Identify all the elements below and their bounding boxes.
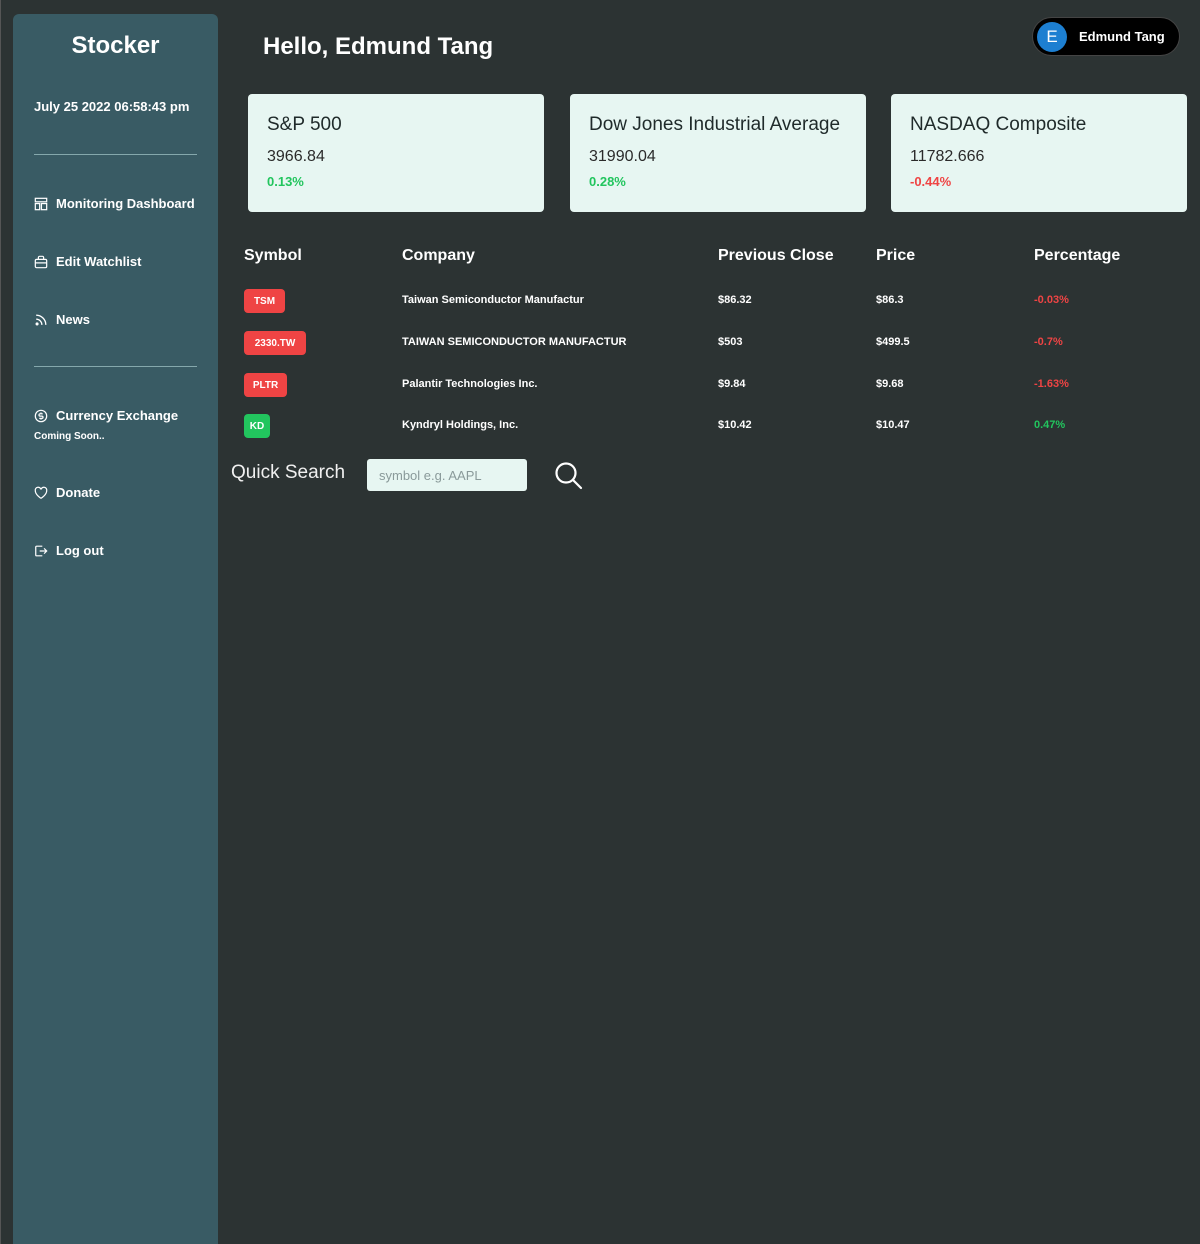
index-card-nasdaq[interactable]: NASDAQ Composite 11782.666 -0.44% [891, 94, 1187, 212]
column-header-company: Company [402, 247, 475, 264]
price-cell: $86.3 [876, 294, 904, 306]
index-name: S&P 500 [267, 114, 342, 135]
sidebar-item-donate[interactable]: Donate [34, 485, 100, 500]
company-cell: Kyndryl Holdings, Inc. [402, 419, 519, 431]
window-edge [0, 0, 13, 1244]
quick-search-input[interactable] [367, 459, 527, 491]
company-cell: TAIWAN SEMICONDUCTOR MANUFACTUR [402, 336, 627, 348]
rss-icon [35, 314, 47, 325]
index-value: 11782.666 [910, 148, 985, 165]
company-cell: Palantir Technologies Inc. [402, 378, 538, 390]
sidebar-item-label: News [56, 312, 90, 327]
user-menu-button[interactable]: E Edmund Tang [1032, 17, 1180, 56]
index-change: 0.28% [589, 174, 626, 189]
sidebar-item-monitoring-dashboard[interactable]: Monitoring Dashboard [34, 196, 195, 211]
column-header-symbol: Symbol [244, 247, 302, 264]
percentage-cell: -0.7% [1034, 336, 1063, 348]
sidebar-divider [34, 154, 197, 155]
user-name: Edmund Tang [1079, 29, 1165, 44]
sidebar-item-label: Currency Exchange [56, 408, 179, 423]
price-cell: $10.47 [876, 419, 910, 431]
price-cell: $9.68 [876, 378, 904, 390]
index-name: NASDAQ Composite [910, 114, 1087, 135]
sidebar-item-label: Monitoring Dashboard [56, 196, 195, 211]
column-header-percentage: Percentage [1034, 247, 1121, 264]
sidebar-item-label: Edit Watchlist [56, 254, 142, 269]
current-datetime: July 25 2022 06:58:43 pm [34, 99, 190, 114]
percentage-cell: -0.03% [1034, 294, 1069, 306]
index-card-dow-jones[interactable]: Dow Jones Industrial Average 31990.04 0.… [570, 94, 866, 212]
index-change: 0.13% [267, 174, 304, 189]
sidebar-item-currency-exchange[interactable]: Currency Exchange [34, 408, 178, 423]
avatar: E [1037, 21, 1067, 52]
sidebar-item-news[interactable]: News [34, 312, 90, 327]
briefcase-icon [34, 255, 48, 268]
symbol-badge[interactable]: 2330.TW [244, 331, 306, 355]
sidebar-item-log-out[interactable]: Log out [34, 543, 104, 558]
sidebar-item-edit-watchlist[interactable]: Edit Watchlist [34, 254, 141, 269]
company-cell: Taiwan Semiconductor Manufactur [402, 294, 584, 306]
dollar-circle-icon [34, 409, 48, 422]
column-header-price: Price [876, 247, 916, 264]
index-value: 31990.04 [589, 148, 656, 165]
quick-search-label: Quick Search [231, 462, 346, 483]
brand-logo: Stocker [71, 32, 160, 59]
percentage-cell: 0.47% [1034, 419, 1066, 431]
index-change: -0.44% [910, 174, 952, 189]
prev-close-cell: $503 [718, 336, 743, 348]
prev-close-cell: $9.84 [718, 378, 746, 390]
symbol-badge[interactable]: TSM [244, 289, 285, 313]
coming-soon-note: Coming Soon.. [34, 431, 105, 442]
index-name: Dow Jones Industrial Average [589, 114, 841, 135]
sidebar-item-label: Donate [56, 485, 101, 500]
search-icon[interactable] [553, 460, 583, 490]
index-value: 3966.84 [267, 148, 325, 165]
symbol-badge[interactable]: KD [244, 414, 270, 438]
greeting-title: Hello, Edmund Tang [263, 33, 494, 60]
index-card-sp500[interactable]: S&P 500 3966.84 0.13% [248, 94, 544, 212]
percentage-cell: -1.63% [1034, 378, 1069, 390]
prev-close-cell: $10.42 [718, 419, 752, 431]
price-cell: $499.5 [876, 336, 910, 348]
heart-icon [34, 486, 48, 499]
sidebar-item-label: Log out [56, 543, 104, 558]
dashboard-icon [34, 197, 48, 210]
sidebar-divider [34, 366, 197, 367]
symbol-badge[interactable]: PLTR [244, 373, 287, 397]
logout-icon [35, 545, 48, 556]
column-header-previous-close: Previous Close [718, 247, 834, 264]
sidebar: Stocker July 25 2022 06:58:43 pm Monitor… [13, 14, 218, 1244]
prev-close-cell: $86.32 [718, 294, 752, 306]
